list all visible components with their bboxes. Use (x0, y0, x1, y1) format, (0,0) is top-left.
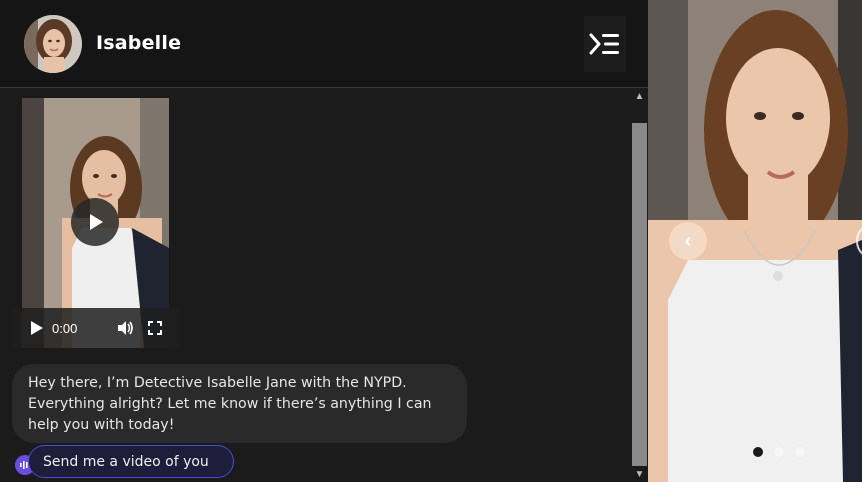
scrollbar-thumb[interactable] (632, 123, 647, 466)
video-play-overlay-button[interactable] (71, 198, 119, 246)
carousel-dot-1[interactable] (753, 447, 763, 457)
message-bubble: Hey there, I’m Detective Isabelle Jane w… (12, 364, 467, 443)
scroll-down-icon[interactable]: ▼ (632, 467, 647, 481)
play-icon (90, 214, 103, 230)
chat-header: Isabelle (0, 0, 648, 88)
suggestion-text: Send me a video of you (43, 453, 209, 470)
menu-collapse-icon (589, 33, 619, 55)
chevron-left-icon: ‹ (684, 229, 692, 252)
chat-pane: Isabelle ▲ ▼ 0:00 Hey there, I’m Detecti… (0, 0, 648, 482)
carousel-dot-3[interactable] (795, 447, 805, 457)
suggestion-chip[interactable]: Send me a video of you (28, 445, 234, 478)
video-time: 0:00 (52, 321, 78, 336)
scroll-up-icon[interactable]: ▲ (632, 89, 647, 103)
fullscreen-icon[interactable] (148, 321, 162, 335)
menu-button[interactable] (584, 16, 626, 72)
contact-name: Isabelle (96, 32, 182, 54)
carousel-prev-button[interactable]: ‹ (669, 222, 707, 260)
video-controls: 0:00 (12, 308, 180, 348)
avatar[interactable] (24, 15, 82, 73)
volume-icon[interactable] (116, 319, 134, 337)
play-icon[interactable] (29, 320, 45, 336)
carousel-dot-2[interactable] (774, 447, 784, 457)
